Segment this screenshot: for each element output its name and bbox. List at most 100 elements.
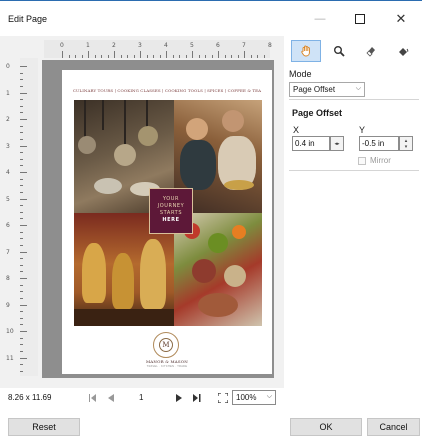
stepper-down-icon: ▾ xyxy=(404,143,408,150)
mirror-checkbox[interactable] xyxy=(358,157,366,165)
eraser-tool-button[interactable] xyxy=(356,40,386,62)
ruler-tick xyxy=(20,119,27,120)
ruler-label: 7 xyxy=(6,248,10,256)
ruler-tick xyxy=(88,51,89,58)
x-label: X xyxy=(293,125,300,135)
ruler-label: 1 xyxy=(6,89,10,97)
last-page-icon xyxy=(193,394,201,402)
eraser-tool-icon xyxy=(366,47,375,57)
ruler-tick xyxy=(205,55,206,58)
ruler-tick xyxy=(140,51,141,58)
ruler-label: 4 xyxy=(6,169,10,176)
fit-page-icon xyxy=(218,393,228,403)
vertical-ruler: 0 1 2 3 4 5 6 7 8 9 10 11 xyxy=(6,58,38,376)
fill-tool-button[interactable] xyxy=(388,40,418,62)
ruler-tick xyxy=(20,85,23,87)
zoom-tool-button[interactable] xyxy=(324,40,354,62)
ruler-tick xyxy=(75,55,76,58)
ruler-tick xyxy=(62,51,63,58)
ruler-tick xyxy=(257,55,258,58)
ruler-label: 0 xyxy=(60,42,64,49)
ruler-tick xyxy=(20,278,27,279)
ruler-label: 5 xyxy=(190,42,194,49)
previous-page-button[interactable] xyxy=(104,391,118,405)
y-offset-field[interactable] xyxy=(359,136,399,151)
ruler-tick xyxy=(20,350,23,352)
last-page-button[interactable] xyxy=(190,391,204,405)
page-canvas[interactable]: CULINARY TOURS | COOKING CLASSES | COOKI… xyxy=(62,70,272,374)
ruler-tick xyxy=(20,244,23,246)
ruler-tick xyxy=(231,55,232,58)
x-offset-input[interactable] xyxy=(293,137,329,150)
page-size-label: 8.26 x 11.69 xyxy=(8,393,52,402)
ruler-tick xyxy=(211,55,213,58)
badge-line-3: STARTS xyxy=(159,210,183,216)
mode-label: Mode xyxy=(289,69,312,79)
ruler-tick xyxy=(192,51,193,58)
fit-page-button[interactable] xyxy=(216,391,230,405)
first-page-button[interactable] xyxy=(86,391,100,405)
ruler-tick xyxy=(172,55,174,58)
tool-palette xyxy=(291,40,419,64)
badge-line-1: YOUR xyxy=(162,196,180,202)
badge-line-4: HERE xyxy=(162,217,180,223)
ruler-tick xyxy=(237,55,239,58)
next-page-button[interactable] xyxy=(172,391,186,405)
y-label: Y xyxy=(359,125,366,135)
ruler-tick xyxy=(159,55,161,58)
ruler-label: 3 xyxy=(6,142,10,150)
ruler-tick xyxy=(68,55,70,58)
ruler-label: 11 xyxy=(6,354,14,362)
brand-name: MANOR & MASON xyxy=(146,359,188,364)
ok-button[interactable]: OK xyxy=(290,418,362,436)
ruler-tick xyxy=(20,218,23,220)
y-offset-input[interactable] xyxy=(360,137,398,150)
ruler-tick xyxy=(107,55,109,58)
maximize-button[interactable] xyxy=(345,7,375,31)
ruler-label: 3 xyxy=(138,42,142,49)
mode-value: Page Offset xyxy=(293,85,336,94)
ruler-label: 6 xyxy=(6,222,10,229)
close-button[interactable]: ✕ xyxy=(386,7,416,31)
ruler-label: 9 xyxy=(6,301,10,309)
ruler-tick xyxy=(166,51,167,58)
first-page-icon xyxy=(89,394,96,402)
ruler-tick xyxy=(20,66,27,67)
minimize-button[interactable]: — xyxy=(305,7,335,31)
zoom-select[interactable]: 100% ⌵ xyxy=(232,390,276,405)
ruler-tick xyxy=(20,370,23,372)
page-offset-heading: Page Offset xyxy=(292,108,343,118)
ruler-tick xyxy=(20,231,23,233)
ruler-tick xyxy=(20,72,23,74)
ruler-label: 5 xyxy=(6,195,10,203)
ruler-label: 8 xyxy=(6,275,10,282)
ruler-tick xyxy=(146,55,148,58)
hand-tool-icon xyxy=(301,45,310,57)
ruler-tick xyxy=(20,112,23,114)
ruler-tick xyxy=(250,55,252,58)
ruler-tick xyxy=(20,79,23,81)
page-number[interactable]: 1 xyxy=(139,393,143,402)
mirror-label: Mirror xyxy=(370,156,391,165)
ruler-tick xyxy=(20,138,23,140)
ruler-tick xyxy=(20,178,23,180)
minimize-icon: — xyxy=(314,13,326,25)
divider xyxy=(289,170,419,171)
y-offset-stepper[interactable]: ▴ ▾ xyxy=(399,136,413,151)
ruler-label: 4 xyxy=(164,42,168,49)
cancel-button[interactable]: Cancel xyxy=(367,418,420,436)
x-offset-stepper[interactable]: ◂ ▸ xyxy=(330,136,344,151)
ruler-label: 6 xyxy=(216,42,220,49)
chevron-down-icon: ⌵ xyxy=(355,85,361,92)
ruler-label: 0 xyxy=(6,63,10,70)
ruler-tick xyxy=(20,211,23,213)
hand-tool-button[interactable] xyxy=(291,40,321,62)
x-offset-field[interactable] xyxy=(292,136,330,151)
ruler-tick xyxy=(20,357,27,359)
ruler-tick xyxy=(101,55,102,58)
reset-button[interactable]: Reset xyxy=(8,418,80,436)
ruler-tick xyxy=(20,158,23,160)
mode-dropdown[interactable]: Page Offset ⌵ xyxy=(289,82,365,97)
preview-navigation-bar: 8.26 x 11.69 1 100% ⌵ xyxy=(0,388,284,408)
ruler-tick xyxy=(127,55,128,58)
